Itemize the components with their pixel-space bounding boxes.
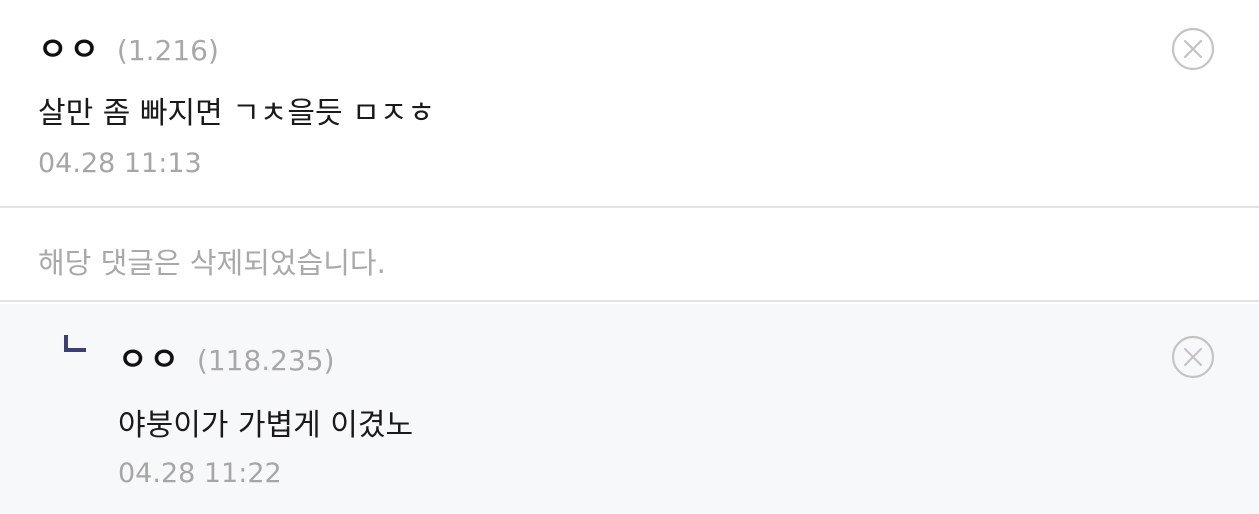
comment-ip: (118.235) <box>196 344 335 377</box>
delete-comment-button[interactable] <box>1170 26 1216 72</box>
deleted-comment-notice: 해당 댓글은 삭제되었습니다. <box>38 246 386 280</box>
circle-x-icon <box>1171 27 1215 71</box>
reply-arrow-icon <box>64 335 86 352</box>
deleted-comment-item: 해당 댓글은 삭제되었습니다. <box>0 210 1259 302</box>
comment-ip: (1.216) <box>116 34 219 67</box>
delete-comment-button[interactable] <box>1170 334 1216 380</box>
reply-comment-item: ㅇㅇ (118.235) 야붕이가 가볍게 이겼노 04.28 11:22 <box>0 304 1259 514</box>
comment-text: 야붕이가 가볍게 이겼노 <box>118 408 414 443</box>
comment-item: ㅇㅇ (1.216) 살만 좀 빠지면 ㄱㅊ을듯 ㅁㅈㅎ 04.28 11:13 <box>0 0 1259 208</box>
comment-text: 살만 좀 빠지면 ㄱㅊ을듯 ㅁㅈㅎ <box>38 96 435 131</box>
comment-nickname[interactable]: ㅇㅇ <box>38 24 101 70</box>
comment-date: 04.28 11:13 <box>38 148 202 179</box>
comment-date: 04.28 11:22 <box>118 458 282 489</box>
comment-header: ㅇㅇ (1.216) <box>38 24 219 70</box>
comment-header: ㅇㅇ (118.235) <box>118 334 335 380</box>
comment-nickname[interactable]: ㅇㅇ <box>118 334 181 380</box>
circle-x-icon <box>1171 335 1215 379</box>
